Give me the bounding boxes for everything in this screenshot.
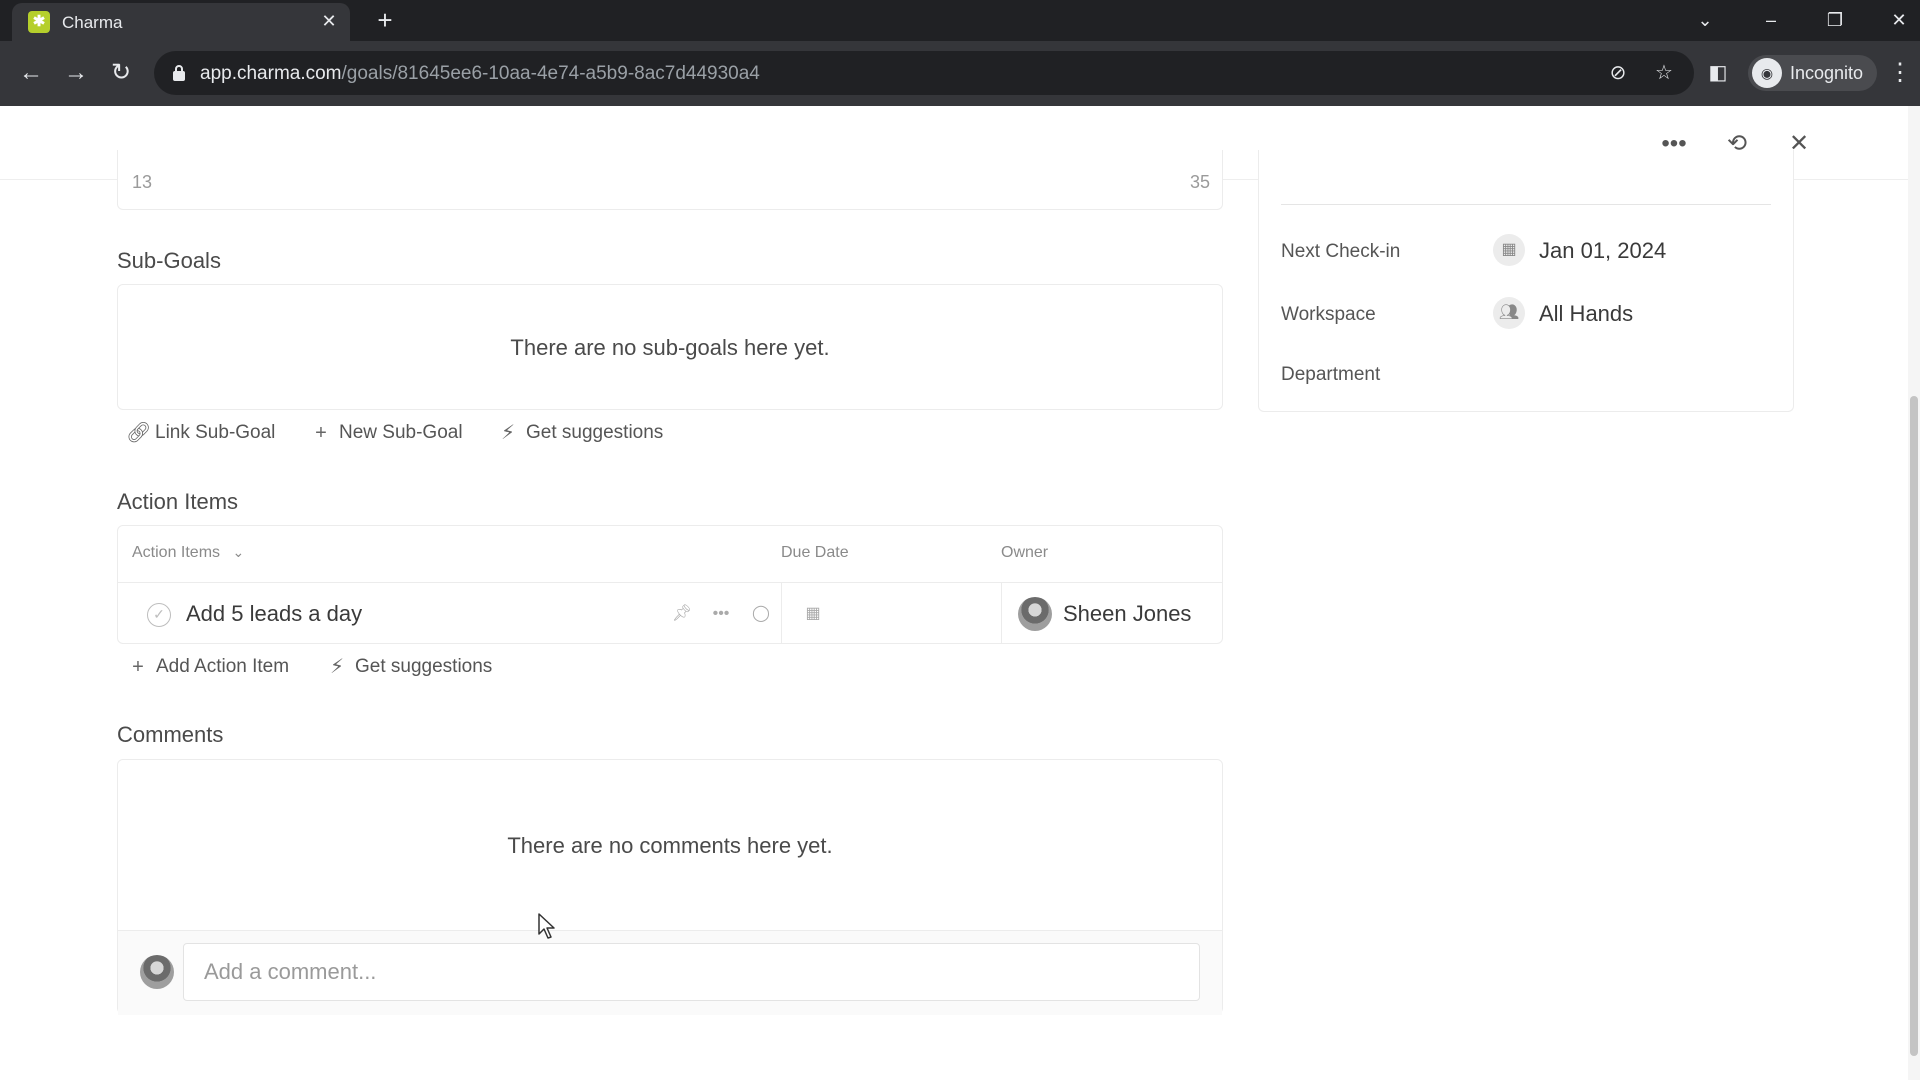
goal-details-panel: Next Check-in ▦ Jan 01, 2024 Workspace 👥… [1258, 150, 1794, 412]
new-tab-button[interactable]: + [370, 5, 400, 35]
close-window-button[interactable]: ✕ [1884, 6, 1914, 34]
scrollbar-thumb[interactable] [1910, 396, 1918, 1056]
next-checkin-label: Next Check-in [1281, 241, 1401, 262]
owner-name[interactable]: Sheen Jones [1063, 601, 1191, 627]
incognito-icon: ◉ [1752, 58, 1782, 88]
back-button[interactable]: ← [15, 57, 47, 89]
action-item-suggestions-label: Get suggestions [355, 656, 493, 677]
tab-title: Charma [62, 13, 123, 32]
column-divider [781, 583, 782, 643]
incognito-label: Incognito [1790, 63, 1864, 83]
browser-toolbar: ← → ↻ app.charma.com/goals/81645ee6-10aa… [0, 41, 1920, 106]
comments-title: Comments [117, 722, 224, 747]
new-sub-goal-label: New Sub-Goal [339, 422, 463, 443]
comment-composer [118, 930, 1222, 1015]
sub-goals-card: There are no sub-goals here yet. [117, 284, 1223, 410]
restore-button[interactable]: ❐ [1820, 6, 1850, 34]
add-action-item-label: Add Action Item [156, 656, 290, 677]
calendar-icon: ▦ [1493, 234, 1525, 266]
action-item-title[interactable]: Add 5 leads a day [186, 601, 362, 627]
reload-button[interactable]: ↻ [105, 57, 137, 89]
bookmark-star-icon[interactable]: ☆ [1652, 61, 1676, 85]
comment-input[interactable] [183, 943, 1200, 1001]
action-items-title: Action Items [117, 489, 239, 514]
browser-menu-icon[interactable]: ⋮ [1888, 57, 1912, 89]
address-bar[interactable]: app.charma.com/goals/81645ee6-10aa-4e74-… [154, 51, 1694, 95]
mouse-cursor-icon [538, 913, 555, 939]
plus-icon: + [132, 656, 144, 678]
table-row[interactable]: ✓ Add 5 leads a day 📌︎ ••• ◯ ▦ Sheen Jon… [118, 582, 1222, 643]
url-text: app.charma.com/goals/81645ee6-10aa-4e74-… [200, 63, 760, 84]
sub-goal-suggestions-label: Get suggestions [526, 422, 664, 443]
add-action-item-button[interactable]: + Add Action Item [127, 656, 289, 678]
column-header-label: Action Items [132, 544, 221, 561]
current-user-avatar [140, 955, 174, 989]
complete-check-icon[interactable]: ✓ [147, 603, 171, 627]
comments-card: There are no comments here yet. [117, 759, 1223, 1015]
department-label: Department [1281, 364, 1381, 385]
workspace-label: Workspace [1281, 304, 1376, 325]
side-panel-icon[interactable]: ◧ [1704, 59, 1732, 87]
divider [1281, 204, 1771, 205]
sub-goal-suggestions-button[interactable]: ⚡︎ Get suggestions [497, 422, 663, 444]
progress-end-value: 35 [1189, 172, 1210, 192]
magic-wand-icon: ⚡︎ [500, 422, 516, 444]
chevron-down-icon: ⌄ [232, 544, 245, 560]
comments-empty-text: There are no comments here yet. [507, 833, 833, 858]
sub-goals-title: Sub-Goals [117, 248, 221, 273]
comment-icon[interactable]: ◯ [750, 603, 772, 625]
lock-icon [173, 65, 185, 81]
pin-icon[interactable]: 📌︎ [671, 603, 693, 625]
magic-wand-icon: ⚡︎ [329, 656, 345, 678]
charma-favicon-icon: ✱ [28, 11, 50, 33]
action-items-table: Action Items ⌄ Due Date Owner ✓ Add 5 le… [117, 525, 1223, 644]
browser-tab-bar: ✱ Charma ✕ + ⌄ – ❐ ✕ [0, 0, 1920, 41]
progress-card: 13 35 [117, 150, 1223, 210]
tab-search-icon[interactable]: ⌄ [1690, 6, 1720, 34]
browser-tab[interactable]: ✱ Charma ✕ [12, 3, 350, 41]
link-sub-goal-button[interactable]: 🔗︎ Link Sub-Goal [126, 422, 275, 444]
column-header-due-date: Due Date [781, 544, 849, 561]
workspace-value[interactable]: All Hands [1539, 301, 1633, 327]
action-item-suggestions-button[interactable]: ⚡︎ Get suggestions [326, 656, 492, 678]
plus-icon: + [315, 422, 327, 444]
incognito-indicator[interactable]: ◉ Incognito [1748, 55, 1878, 91]
close-tab-icon[interactable]: ✕ [318, 10, 340, 32]
link-icon: 🔗︎ [126, 422, 152, 444]
calendar-add-icon[interactable]: ▦ [802, 603, 824, 625]
link-sub-goal-label: Link Sub-Goal [155, 422, 276, 443]
progress-start-value: 13 [132, 172, 153, 192]
eye-off-icon[interactable]: ⊘ [1606, 61, 1630, 85]
page-scrollbar[interactable] [1908, 106, 1920, 1080]
forward-button[interactable]: → [60, 57, 92, 89]
new-sub-goal-button[interactable]: + New Sub-Goal [310, 422, 463, 444]
more-options-icon[interactable]: ••• [710, 603, 732, 625]
column-header-action-items[interactable]: Action Items ⌄ [132, 544, 244, 562]
users-icon: 👥︎ [1493, 297, 1525, 329]
sub-goals-empty-text: There are no sub-goals here yet. [510, 335, 830, 360]
owner-avatar[interactable] [1018, 597, 1052, 631]
minimize-button[interactable]: – [1756, 6, 1786, 34]
column-divider [1001, 583, 1002, 643]
column-header-owner: Owner [1001, 544, 1049, 561]
next-checkin-value[interactable]: Jan 01, 2024 [1539, 238, 1666, 264]
